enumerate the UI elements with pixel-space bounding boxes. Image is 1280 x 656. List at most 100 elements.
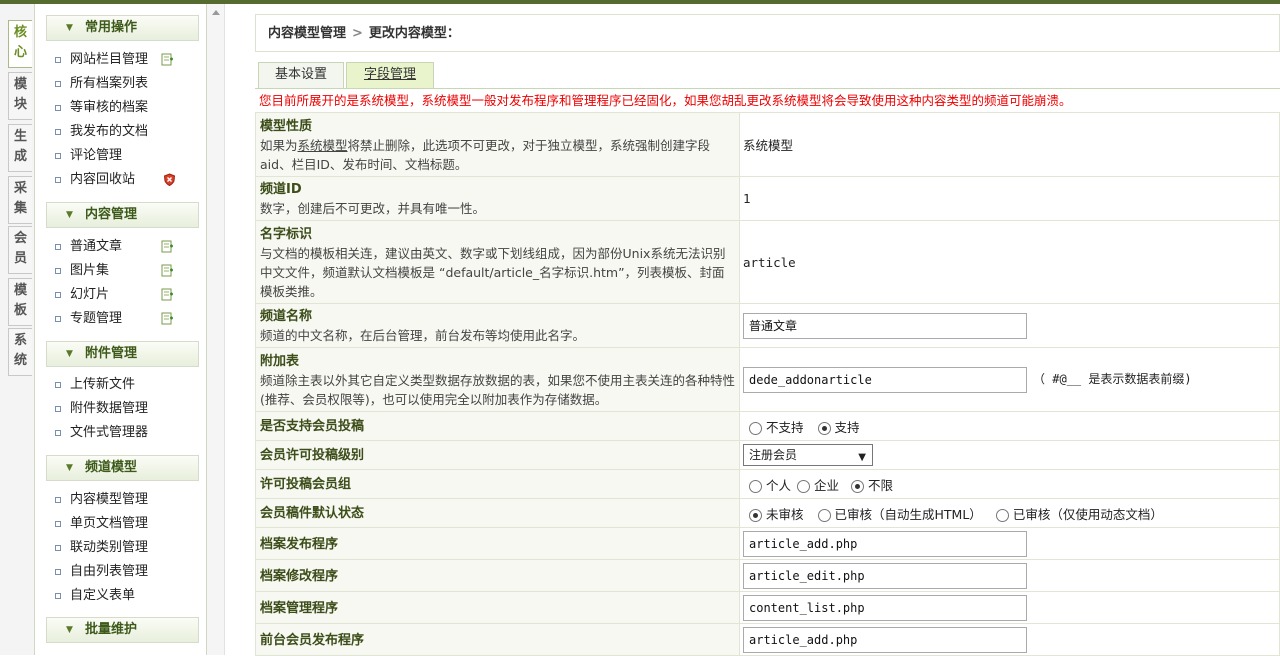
add-doc-icon[interactable] <box>161 264 174 277</box>
field-desc: 频道的中文名称，在后台管理，前台发布等均使用此名字。 <box>260 328 586 343</box>
label-cell: 前台会员发布程序 <box>255 623 740 656</box>
radio-not-support[interactable] <box>749 421 762 435</box>
vtab-template[interactable]: 模板 <box>8 278 32 326</box>
row-channel-name: 频道名称频道的中文名称，在后台管理，前台发布等均使用此名字。 普通文章 <box>255 303 1280 348</box>
sidebar-item-single-page[interactable]: 单页文档管理 <box>55 514 205 534</box>
add-doc-icon[interactable] <box>161 240 174 253</box>
radio-enterprise[interactable] <box>797 479 811 493</box>
radio-reviewed-dynamic[interactable] <box>995 508 1009 522</box>
bullet-icon <box>55 129 61 135</box>
value-cell: 普通文章 <box>739 303 1280 348</box>
breadcrumb-part1[interactable]: 内容模型管理 <box>268 26 346 41</box>
sidebar-item-comments[interactable]: 评论管理 <box>55 146 205 166</box>
sidebar-item-gallery[interactable]: 图片集 <box>55 261 205 281</box>
edit-prog-input[interactable]: article_edit.php <box>743 562 1027 589</box>
sidebar-item-slides[interactable]: 幻灯片 <box>55 285 205 305</box>
vertical-tab-bar: 核心 模块 生成 采集 会员 模板 系统 <box>0 4 35 655</box>
sidebar-item-attachment-data[interactable]: 附件数据管理 <box>55 399 205 419</box>
label-cell: 档案修改程序 <box>255 559 740 592</box>
sidebar-group-common[interactable]: ▼ 常用操作 <box>46 15 199 41</box>
sidebar-group-label: 批量维护 <box>85 622 138 637</box>
radio-personal[interactable] <box>749 479 762 493</box>
sidebar-item-label: 上传新文件 <box>70 377 136 392</box>
member-level-select[interactable]: 注册会员 ▼ <box>743 444 873 466</box>
vtab-core[interactable]: 核心 <box>8 20 32 68</box>
sidebar-item-label: 普通文章 <box>70 239 123 254</box>
scroll-up-icon[interactable] <box>212 10 220 15</box>
sidebar-item-category[interactable]: 网站栏目管理 <box>55 50 205 70</box>
radio-unlimited[interactable] <box>851 479 865 493</box>
sidebar-item-linkage[interactable]: 联动类别管理 <box>55 538 205 558</box>
vtab-collect[interactable]: 采集 <box>8 176 32 224</box>
label-cell: 附加表 频道除主表以外其它自定义类型数据存放数据的表，如果您不使用主表关连的各种特… <box>255 347 740 412</box>
sidebar-group-channel-models[interactable]: ▼ 频道模型 <box>46 455 199 481</box>
addon-table-input[interactable]: dede_addonarticle <box>743 366 1027 393</box>
bullet-icon <box>55 497 61 503</box>
sidebar-item-recycle[interactable]: 内容回收站 <box>55 170 205 190</box>
sidebar-item-label: 网站栏目管理 <box>70 52 149 67</box>
tab-basic-settings[interactable]: 基本设置 <box>258 62 344 88</box>
vtab-module[interactable]: 模块 <box>8 72 32 120</box>
sidebar-item-label: 专题管理 <box>70 311 123 326</box>
field-label: 会员稿件默认状态 <box>260 506 365 521</box>
radio-support[interactable] <box>817 421 831 435</box>
sidebar-group-label: 常用操作 <box>85 20 138 35</box>
value-cell: content_list.php <box>739 591 1280 624</box>
sidebar-item-label: 评论管理 <box>70 148 123 163</box>
add-doc-icon[interactable] <box>161 53 174 66</box>
breadcrumb-separator: > <box>352 26 363 41</box>
radio-reviewed-html[interactable] <box>817 508 831 522</box>
channel-name-input[interactable]: 普通文章 <box>743 312 1027 339</box>
tab-field-management[interactable]: 字段管理 <box>346 62 434 88</box>
field-label: 频道ID <box>260 182 302 197</box>
sidebar-group-batch[interactable]: ▼ 批量维护 <box>46 617 199 643</box>
add-doc-icon[interactable] <box>161 312 174 325</box>
sidebar-item-upload[interactable]: 上传新文件 <box>55 375 205 395</box>
vtab-system[interactable]: 系统 <box>8 328 32 376</box>
radio-unreviewed[interactable] <box>749 508 762 522</box>
sidebar-item-content-model[interactable]: 内容模型管理 <box>55 490 205 510</box>
value-cell: 1 <box>739 176 1280 221</box>
bullet-icon <box>55 545 61 551</box>
sidebar-item-topics[interactable]: 专题管理 <box>55 309 205 329</box>
bullet-icon <box>55 268 61 274</box>
sidebar-scrollbar[interactable] <box>207 4 225 655</box>
bullet-icon <box>55 105 61 111</box>
field-desc: 如果为系统模型将禁止删除，此选项不可更改，对于独立模型，系统强制创建字段aid、… <box>260 137 711 172</box>
sidebar-item-article[interactable]: 普通文章 <box>55 237 205 257</box>
shield-icon[interactable] <box>163 173 176 186</box>
system-model-link[interactable]: 系统模型 <box>298 138 348 153</box>
field-label: 频道名称 <box>260 309 313 324</box>
front-add-prog-input[interactable]: article_add.php <box>743 626 1027 653</box>
field-label: 档案修改程序 <box>260 568 339 584</box>
sidebar-item-all-archives[interactable]: 所有档案列表 <box>55 74 205 94</box>
sidebar-item-file-manager[interactable]: 文件式管理器 <box>55 423 205 443</box>
sidebar-group-content[interactable]: ▼ 内容管理 <box>46 202 199 228</box>
field-label: 档案管理程序 <box>260 600 339 616</box>
field-label: 会员许可投稿级别 <box>260 448 365 463</box>
label-cell: 会员稿件默认状态 <box>255 498 740 528</box>
sidebar-item-label: 幻灯片 <box>70 287 110 302</box>
radio-label: 不支持 <box>766 419 804 435</box>
bullet-icon <box>55 430 61 436</box>
sidebar-item-label: 自定义表单 <box>70 588 136 603</box>
row-addon-table: 附加表 频道除主表以外其它自定义类型数据存放数据的表，如果您不使用主表关连的各种特… <box>255 347 1280 412</box>
vtab-generate[interactable]: 生成 <box>8 124 32 172</box>
row-member-submit: 是否支持会员投稿 不支持 支持 <box>255 411 1280 441</box>
list-prog-input[interactable]: content_list.php <box>743 594 1027 621</box>
value-cell: dede_addonarticle （ #@__ 是表示数据表前缀) <box>739 347 1280 412</box>
sidebar-item-my-docs[interactable]: 我发布的文档 <box>55 122 205 142</box>
label-cell: 频道ID 数字，创建后不可更改，并具有唯一性。 <box>255 176 740 221</box>
vtab-member[interactable]: 会员 <box>8 226 32 274</box>
sidebar-item-pending[interactable]: 等审核的档案 <box>55 98 205 118</box>
sidebar-group-attachments[interactable]: ▼ 附件管理 <box>46 341 199 367</box>
add-doc-icon[interactable] <box>161 288 174 301</box>
field-label: 前台会员发布程序 <box>260 632 365 648</box>
row-model-nature: 模型性质 如果为系统模型将禁止删除，此选项不可更改，对于独立模型，系统强制创建字段… <box>255 112 1280 177</box>
add-prog-input[interactable]: article_add.php <box>743 530 1027 557</box>
chevron-down-icon: ▼ <box>858 452 866 463</box>
sidebar-item-custom-form[interactable]: 自定义表单 <box>55 586 205 606</box>
channel-id-value: 1 <box>743 191 751 206</box>
sidebar-item-free-list[interactable]: 自由列表管理 <box>55 562 205 582</box>
radio-label: 已审核（自动生成HTML） <box>834 506 982 522</box>
